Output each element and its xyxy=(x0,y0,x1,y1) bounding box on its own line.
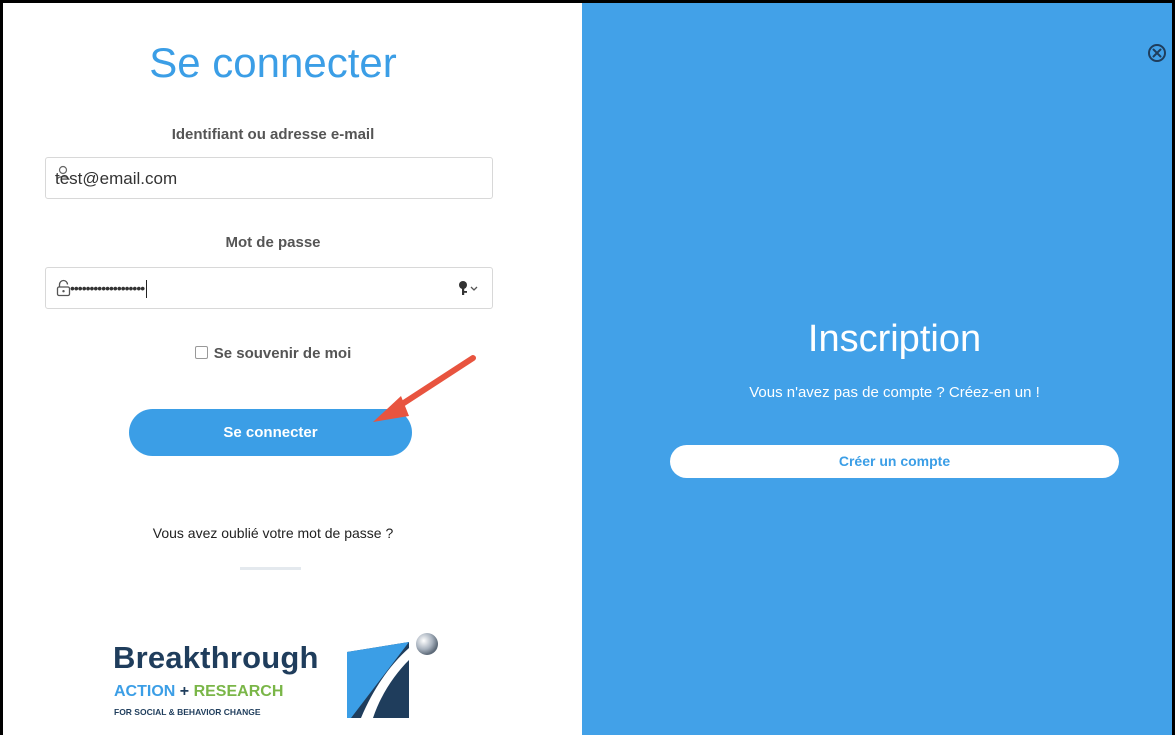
logo-line2: ACTION + RESEARCH xyxy=(114,683,284,700)
logo-mark-icon xyxy=(347,633,438,718)
arrow-annotation xyxy=(373,355,476,422)
text-caret xyxy=(146,280,148,299)
lock-icon xyxy=(56,279,71,297)
logo-line1: Breakthrough xyxy=(113,640,319,675)
divider xyxy=(240,567,301,570)
login-modal: Se connecter Identifiant ou adresse e-ma… xyxy=(3,3,1172,735)
register-panel: Inscription Vous n'avez pas de compte ? … xyxy=(582,3,1172,735)
logo-line3: FOR SOCIAL & BEHAVIOR CHANGE xyxy=(114,707,261,717)
create-account-button[interactable]: Créer un compte xyxy=(670,445,1119,478)
remember-checkbox[interactable] xyxy=(194,346,208,359)
page-title: Se connecter xyxy=(149,39,397,86)
register-subtitle: Vous n'avez pas de compte ? Créez-en un … xyxy=(749,384,1040,401)
password-field[interactable]: ••••••••••••••••••• xyxy=(45,267,493,309)
username-label: Identifiant ou adresse e-mail xyxy=(171,126,375,143)
login-panel: Se connecter Identifiant ou adresse e-ma… xyxy=(3,3,580,735)
breakthrough-logo: Breakthrough ACTION + RESEARCH FOR SOCIA… xyxy=(109,632,449,722)
password-value: ••••••••••••••••••• xyxy=(70,280,148,299)
forgot-password-link[interactable]: Vous avez oublié votre mot de passe ? xyxy=(3,525,543,541)
window-frame: Se connecter Identifiant ou adresse e-ma… xyxy=(0,0,1175,735)
password-label: Mot de passe xyxy=(225,234,321,251)
key-icon[interactable] xyxy=(458,280,480,296)
remember-label: Se souvenir de moi xyxy=(213,345,352,362)
close-icon[interactable] xyxy=(1147,43,1167,63)
username-field[interactable]: test@email.com xyxy=(45,157,493,199)
username-value: test@email.com xyxy=(55,169,178,188)
register-title: Inscription xyxy=(807,318,982,360)
